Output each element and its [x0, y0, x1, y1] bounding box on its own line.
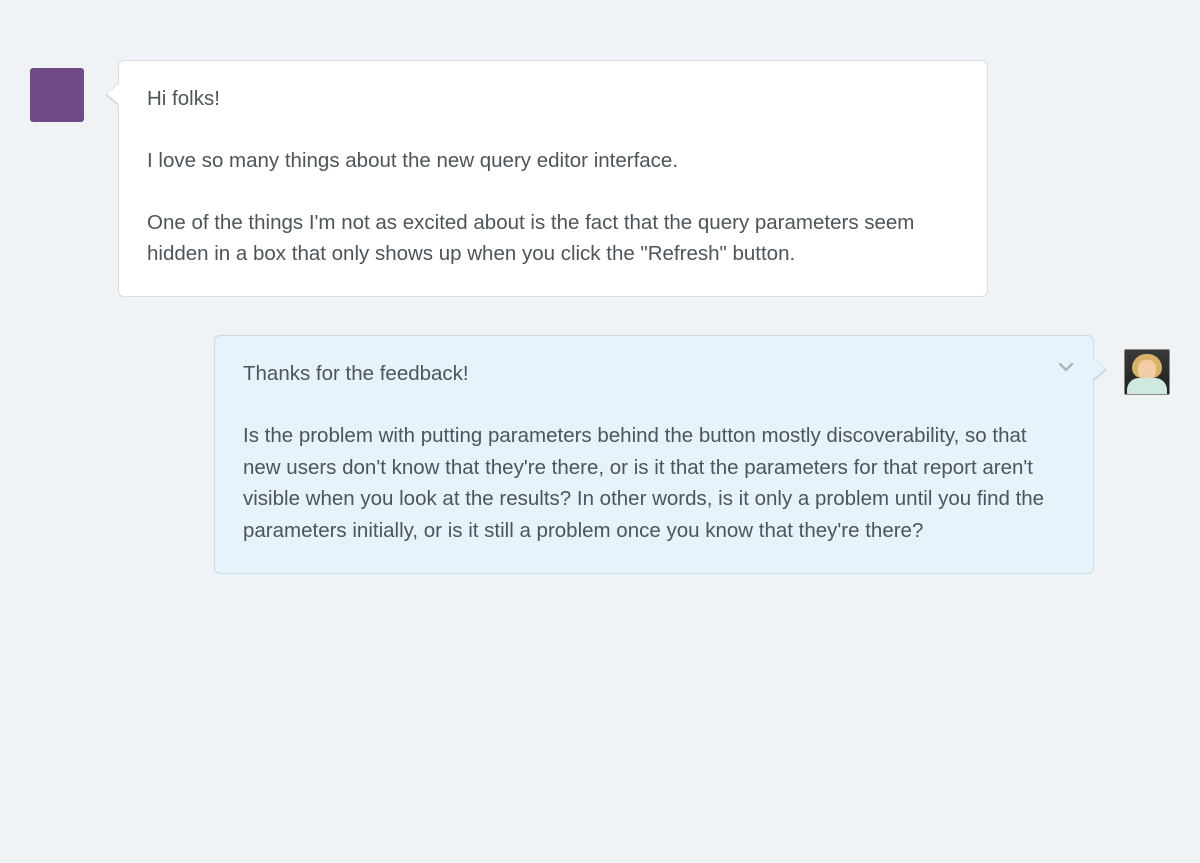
message-actions-toggle[interactable]	[1057, 358, 1075, 376]
message-body: Thanks for the feedback! Is the problem …	[214, 335, 1094, 574]
chevron-down-icon	[1057, 358, 1075, 376]
avatar[interactable]	[1124, 349, 1170, 395]
message-body: Hi folks! I love so many things about th…	[118, 60, 988, 297]
message-paragraph: Hi folks!	[147, 83, 959, 115]
message-incoming: Hi folks! I love so many things about th…	[30, 60, 1170, 297]
message-paragraph: I love so many things about the new quer…	[147, 145, 959, 177]
message-outgoing: Thanks for the feedback! Is the problem …	[30, 335, 1170, 574]
message-paragraph: Thanks for the feedback!	[243, 358, 1045, 390]
message-paragraph: One of the things I'm not as excited abo…	[147, 207, 959, 271]
message-bubble: Thanks for the feedback! Is the problem …	[214, 335, 1094, 574]
message-bubble: Hi folks! I love so many things about th…	[118, 60, 988, 297]
message-paragraph: Is the problem with putting parameters b…	[243, 420, 1045, 547]
avatar[interactable]	[30, 68, 84, 122]
message-thread: Hi folks! I love so many things about th…	[30, 60, 1170, 574]
